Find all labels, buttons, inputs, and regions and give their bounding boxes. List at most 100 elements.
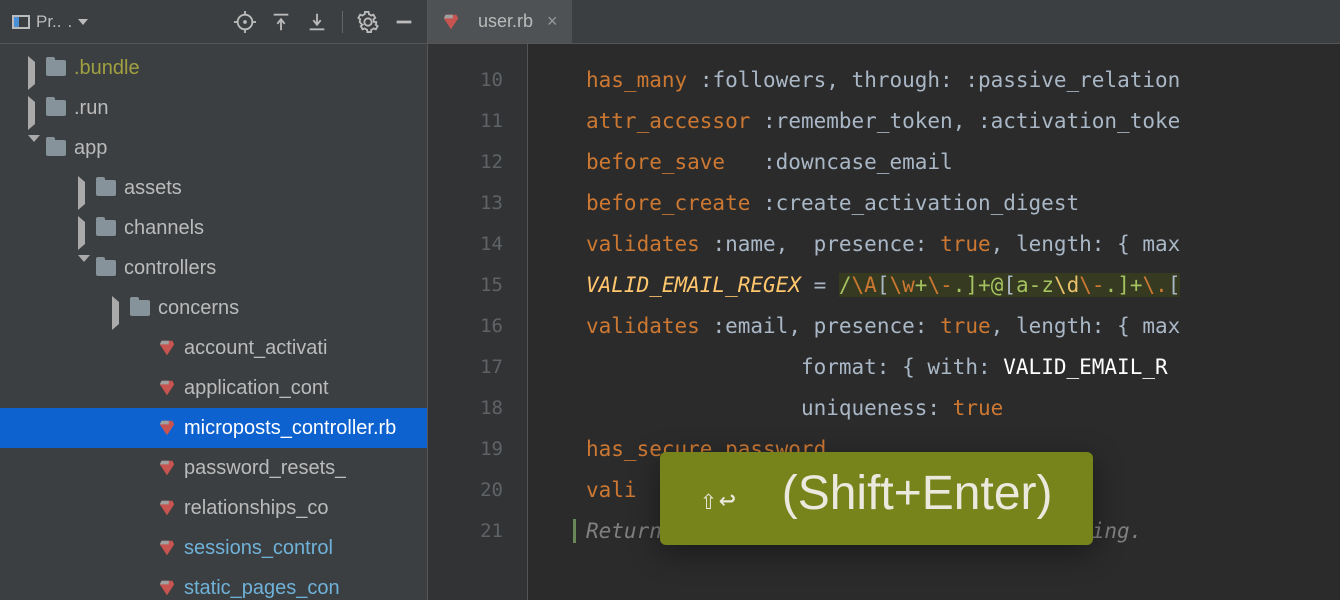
tree-item-label: static_pages_con [184, 577, 340, 600]
close-icon[interactable]: × [543, 11, 562, 32]
chevron-icon[interactable] [140, 422, 152, 434]
project-sidebar: Pr.. . [0, 0, 428, 600]
editor-tab[interactable]: user.rb × [428, 0, 572, 43]
tree-item[interactable]: assets [0, 168, 427, 208]
project-tree[interactable]: .bundle .run app assets channels controllers c… [0, 44, 427, 600]
tree-item-label: relationships_co [184, 497, 329, 520]
collapse-icon[interactable] [270, 11, 292, 33]
ruby-file-icon [158, 499, 176, 517]
ruby-file-icon [158, 579, 176, 597]
editor-tab-bar: user.rb × [428, 0, 1340, 44]
chevron-icon[interactable] [140, 462, 152, 474]
code-line[interactable]: attr_accessor :remember_token, :activati… [586, 101, 1340, 142]
chevron-icon[interactable] [78, 262, 90, 274]
tree-item[interactable]: application_cont [0, 368, 427, 408]
folder-icon [96, 220, 116, 236]
ruby-file-icon [158, 339, 176, 357]
folder-icon [46, 100, 66, 116]
chevron-down-icon [78, 19, 88, 25]
folder-icon [130, 300, 150, 316]
code-line[interactable]: has_many :followers, through: :passive_r… [586, 60, 1340, 101]
chevron-icon[interactable] [28, 142, 40, 154]
line-number: 17 [428, 347, 503, 388]
tree-item[interactable]: app [0, 128, 427, 168]
tree-item[interactable]: static_pages_con [0, 568, 427, 600]
chevron-icon[interactable] [78, 222, 90, 234]
ruby-file-icon [158, 419, 176, 437]
chevron-icon[interactable] [78, 182, 90, 194]
tree-item-label: password_resets_ [184, 457, 346, 480]
tab-filename: user.rb [478, 11, 533, 32]
project-label-ellipsis: . [68, 12, 73, 32]
keymap-overlay: ⇧↩ (Shift+Enter) [660, 452, 1093, 545]
line-number: 14 [428, 224, 503, 265]
tree-item[interactable]: sessions_control [0, 528, 427, 568]
tree-item-label: microposts_controller.rb [184, 417, 396, 440]
tree-item-label: sessions_control [184, 537, 333, 560]
code-line[interactable]: VALID_EMAIL_REGEX = /\A[\w+\-.]+@[a-z\d\… [586, 265, 1340, 306]
tree-item[interactable]: controllers [0, 248, 427, 288]
ruby-file-icon [158, 379, 176, 397]
chevron-icon[interactable] [28, 62, 40, 74]
chevron-icon[interactable] [140, 382, 152, 394]
chevron-icon[interactable] [140, 342, 152, 354]
project-selector[interactable]: Pr.. . [6, 10, 94, 34]
folder-icon [46, 60, 66, 76]
code-line[interactable]: validates :name, presence: true, length:… [586, 224, 1340, 265]
line-number: 16 [428, 306, 503, 347]
line-number: 13 [428, 183, 503, 224]
tree-item-label: account_activati [184, 337, 327, 360]
code-line[interactable]: uniqueness: true [586, 388, 1340, 429]
tree-item-label: concerns [158, 297, 239, 320]
tree-item-label: .run [74, 97, 108, 120]
keymap-label: (Shift+Enter) [782, 466, 1053, 521]
minimize-icon[interactable] [393, 11, 415, 33]
project-icon [12, 15, 30, 29]
tree-item-label: assets [124, 177, 182, 200]
keymap-keys: ⇧↩ [700, 483, 738, 516]
line-gutter: 101112131415161718192021 [428, 44, 528, 600]
chevron-icon[interactable] [140, 542, 152, 554]
tree-item[interactable]: concerns [0, 288, 427, 328]
line-number: 21 [428, 511, 503, 552]
chevron-icon[interactable] [28, 102, 40, 114]
code-line[interactable]: format: { with: VALID_EMAIL_R [586, 347, 1340, 388]
sidebar-toolbar: Pr.. . [0, 0, 427, 44]
chevron-icon[interactable] [140, 502, 152, 514]
tree-item[interactable]: relationships_co [0, 488, 427, 528]
folder-icon [96, 180, 116, 196]
line-number: 18 [428, 388, 503, 429]
project-label: Pr.. [36, 12, 62, 32]
chevron-icon[interactable] [140, 582, 152, 594]
separator [342, 11, 343, 33]
line-number: 12 [428, 142, 503, 183]
tree-item[interactable]: channels [0, 208, 427, 248]
line-number: 19 [428, 429, 503, 470]
gear-icon[interactable] [357, 11, 379, 33]
ruby-file-icon [158, 459, 176, 477]
code-line[interactable]: before_create :create_activation_digest [586, 183, 1340, 224]
line-number: 20 [428, 470, 503, 511]
code-line[interactable]: before_save :downcase_email [586, 142, 1340, 183]
code-line[interactable]: validates :email, presence: true, length… [586, 306, 1340, 347]
tree-item-label: application_cont [184, 377, 329, 400]
tree-item[interactable]: .run [0, 88, 427, 128]
expand-icon[interactable] [306, 11, 328, 33]
tree-item-label: app [74, 137, 107, 160]
ruby-file-icon [158, 539, 176, 557]
line-number: 10 [428, 60, 503, 101]
chevron-icon[interactable] [112, 302, 124, 314]
tree-item-label: channels [124, 217, 204, 240]
tree-item-label: controllers [124, 257, 216, 280]
folder-icon [96, 260, 116, 276]
folder-icon [46, 140, 66, 156]
line-number: 11 [428, 101, 503, 142]
tree-item[interactable]: account_activati [0, 328, 427, 368]
ruby-file-icon [442, 13, 460, 31]
target-icon[interactable] [234, 11, 256, 33]
tree-item-label: .bundle [74, 57, 140, 80]
line-number: 15 [428, 265, 503, 306]
tree-item[interactable]: password_resets_ [0, 448, 427, 488]
tree-item[interactable]: microposts_controller.rb [0, 408, 427, 448]
tree-item[interactable]: .bundle [0, 48, 427, 88]
